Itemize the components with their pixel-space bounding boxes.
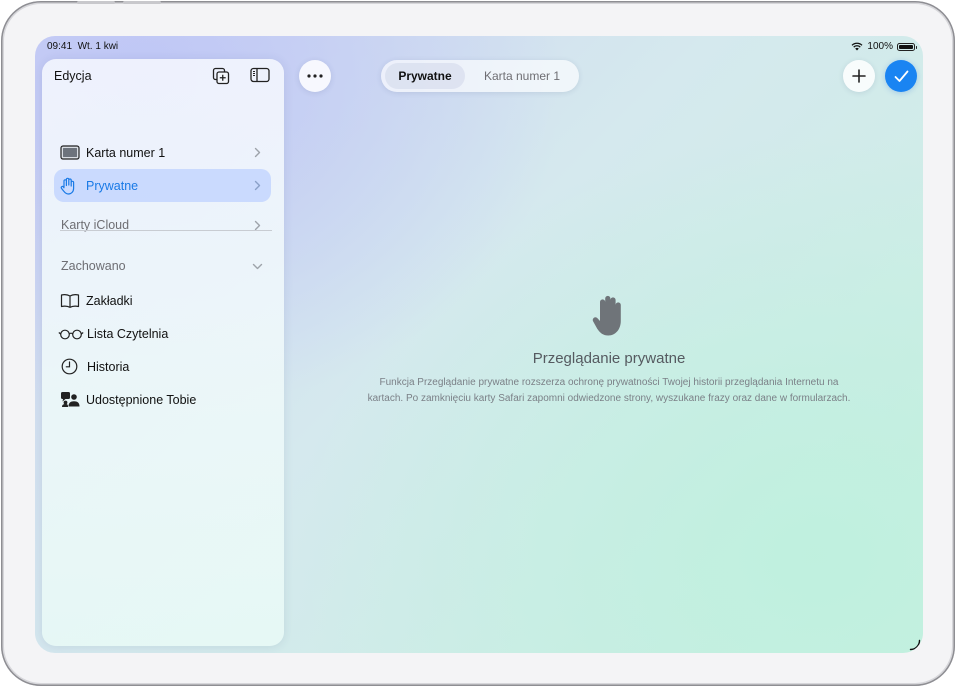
chevron-right-icon (254, 220, 261, 230)
hand-icon (592, 295, 621, 336)
divider (60, 230, 272, 231)
shared-people-icon (60, 391, 86, 408)
sidebar-item-reading-list[interactable]: Lista Czytelnia (55, 317, 272, 350)
volume-button (77, 1, 115, 4)
screen: 09:41 Wt. 1 kwi 100% Edycja Karta numer … (35, 36, 923, 653)
volume-button (123, 1, 161, 4)
battery-percent: 100% (867, 41, 893, 52)
status-bar-left: 09:41 Wt. 1 kwi (47, 41, 118, 52)
resize-corner-icon (909, 639, 921, 651)
plus-icon (852, 69, 866, 83)
more-options-button[interactable] (299, 60, 331, 92)
chevron-right-icon (254, 180, 261, 191)
sidebar-item-bookmarks[interactable]: Zakładki (55, 284, 272, 317)
new-tab-group-icon[interactable] (212, 67, 230, 85)
segment-tab-group-1[interactable]: Karta numer 1 (469, 63, 575, 89)
clock-icon (61, 358, 87, 375)
saved-section-header[interactable]: Zachowano (61, 259, 271, 273)
empty-state-title: Przeglądanie prywatne (532, 350, 686, 367)
edit-button[interactable]: Edycja (54, 69, 92, 83)
sidebar-item-label: Lista Czytelnia (87, 326, 169, 341)
sidebar-item-shared-with-you[interactable]: Udostępnione Tobie (55, 383, 272, 416)
sidebar-item-history[interactable]: Historia (55, 350, 272, 383)
chevron-down-icon (252, 263, 263, 269)
sidebar-item-tab-group-1[interactable]: Karta numer 1 (54, 136, 271, 169)
sidebar: Edycja Karta numer 1 Prywatne Karty iClo… (42, 59, 284, 646)
sidebar-item-label: Historia (87, 359, 130, 374)
checkmark-icon (894, 70, 908, 82)
tablet-icon (60, 145, 86, 160)
done-button[interactable] (885, 60, 917, 92)
wifi-icon (851, 42, 863, 51)
hand-icon (60, 177, 86, 195)
tab-group-segmented-control: Prywatne Karta numer 1 (381, 60, 579, 92)
sidebar-item-label: Udostępnione Tobie (86, 392, 197, 407)
status-time: 09:41 (47, 41, 73, 52)
glasses-icon (58, 328, 87, 340)
sidebar-item-label: Prywatne (86, 178, 139, 193)
sidebar-toggle-icon[interactable] (250, 67, 270, 83)
battery-icon (897, 42, 917, 51)
book-icon (60, 293, 86, 308)
chevron-right-icon (254, 147, 261, 158)
segment-private[interactable]: Prywatne (385, 63, 465, 89)
new-tab-button[interactable] (843, 60, 875, 92)
status-bar-right: 100% (851, 41, 917, 52)
sidebar-item-label: Karta numer 1 (86, 145, 166, 160)
sidebar-item-private[interactable]: Prywatne (54, 169, 271, 202)
empty-state-description: Funkcja Przeglądanie prywatne rozszerza … (367, 377, 851, 404)
saved-section-label: Zachowano (61, 259, 126, 273)
sidebar-item-label: Zakładki (86, 293, 133, 308)
status-date: Wt. 1 kwi (77, 41, 119, 52)
ellipsis-icon (307, 74, 323, 78)
